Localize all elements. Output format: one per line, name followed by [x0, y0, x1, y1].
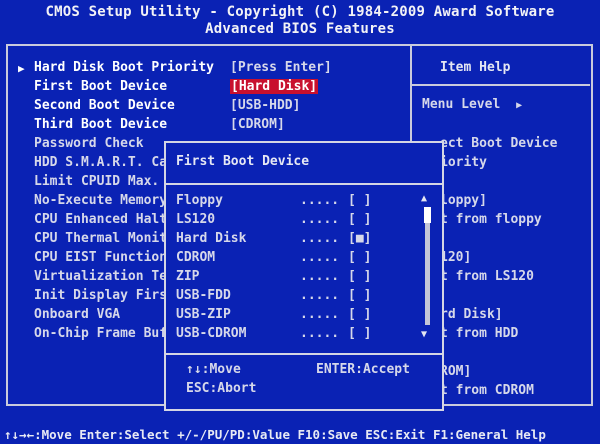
option-label: CDROM — [176, 250, 216, 265]
key-help-bar: ↑↓→←:Move Enter:Select +/-/PU/PD:Value F… — [4, 427, 546, 442]
scroll-down-icon[interactable]: ▼ — [421, 329, 427, 340]
setting-label: Third Boot Device — [34, 117, 168, 132]
help-line: rd Disk] — [440, 307, 503, 322]
menu-level: Menu Level ▶ — [422, 97, 522, 112]
scrollbar-thumb[interactable] — [424, 207, 431, 223]
option-checkbox[interactable]: [■] — [348, 231, 371, 246]
menu-level-label: Menu Level — [422, 97, 501, 112]
setting-label: Init Display Firs — [34, 288, 168, 303]
option-dots: ..... — [300, 307, 340, 322]
help-separator — [412, 84, 590, 86]
option-checkbox[interactable]: [ ] — [348, 269, 371, 284]
option-checkbox[interactable]: [ ] — [348, 250, 371, 265]
boot-device-popup: First Boot Device Floppy..... [ ] LS120...… — [164, 141, 444, 411]
popup-separator — [166, 183, 442, 185]
setting-label: Hard Disk Boot Priority — [34, 60, 215, 75]
help-line: loppy] — [440, 193, 487, 208]
popup-abort-hint: ESC:Abort — [186, 381, 257, 396]
utility-title: CMOS Setup Utility - Copyright (C) 1984-… — [45, 4, 555, 20]
setting-label: CPU Enhanced Halt — [34, 212, 168, 227]
option-dots: ..... — [300, 326, 340, 341]
setting-label: HDD S.M.A.R.T. Ca — [34, 155, 168, 170]
setting-label: Password Check — [34, 136, 144, 151]
menu-level-arrow-icon: ▶ — [516, 100, 523, 111]
setting-label: Virtualization Te — [34, 269, 168, 284]
page-title: Advanced BIOS Features — [205, 21, 395, 37]
option-dots: ..... — [300, 288, 340, 303]
option-dots: ..... — [300, 250, 340, 265]
popup-move-hint: ↑↓:Move — [186, 362, 241, 377]
option-dots: ..... — [300, 269, 340, 284]
setting-label: Limit CPUID Max. — [34, 174, 160, 189]
setting-value[interactable]: [Hard Disk] — [230, 79, 319, 94]
popup-separator — [166, 353, 442, 355]
help-line: t from floppy — [440, 212, 542, 227]
setting-label: No-Execute Memory — [34, 193, 168, 208]
setting-label: CPU EIST Function — [34, 250, 168, 265]
setting-value[interactable]: [CDROM] — [230, 117, 285, 132]
help-line: 120] — [440, 250, 472, 265]
popup-title: First Boot Device — [176, 154, 310, 169]
option-checkbox[interactable]: [ ] — [348, 193, 371, 208]
option-label: ZIP — [176, 269, 200, 284]
option-label: Floppy — [176, 193, 223, 208]
help-line: t from HDD — [440, 326, 519, 341]
option-checkbox[interactable]: [ ] — [348, 212, 371, 227]
option-label: USB-ZIP — [176, 307, 231, 322]
help-line: ROM] — [440, 364, 472, 379]
option-checkbox[interactable]: [ ] — [348, 307, 371, 322]
submenu-arrow-icon: ▶ — [18, 62, 25, 75]
item-help-title: Item Help — [440, 60, 511, 75]
option-dots: ..... — [300, 212, 340, 227]
help-line: ect Boot Device — [440, 136, 558, 151]
option-dots: ..... — [300, 231, 340, 246]
help-line: t from LS120 — [440, 269, 534, 284]
option-dots: ..... — [300, 193, 340, 208]
popup-accept-hint: ENTER:Accept — [316, 362, 410, 377]
option-label: USB-FDD — [176, 288, 231, 303]
option-label: Hard Disk — [176, 231, 247, 246]
option-checkbox[interactable]: [ ] — [348, 288, 371, 303]
setting-label: Second Boot Device — [34, 98, 175, 113]
option-label: USB-CDROM — [176, 326, 247, 341]
setting-value[interactable]: [USB-HDD] — [230, 98, 300, 113]
setting-label: CPU Thermal Monit — [34, 231, 168, 246]
setting-value[interactable]: [Press Enter] — [230, 60, 332, 75]
scrollbar[interactable] — [425, 207, 430, 325]
setting-label: First Boot Device — [34, 79, 168, 94]
help-line: t from CDROM — [440, 383, 534, 398]
option-checkbox[interactable]: [ ] — [348, 326, 371, 341]
scroll-up-icon[interactable]: ▲ — [421, 193, 427, 204]
option-label: LS120 — [176, 212, 216, 227]
setting-label: On-Chip Frame Buf — [34, 326, 168, 341]
help-line: iority — [440, 155, 487, 170]
setting-label: Onboard VGA — [34, 307, 121, 322]
